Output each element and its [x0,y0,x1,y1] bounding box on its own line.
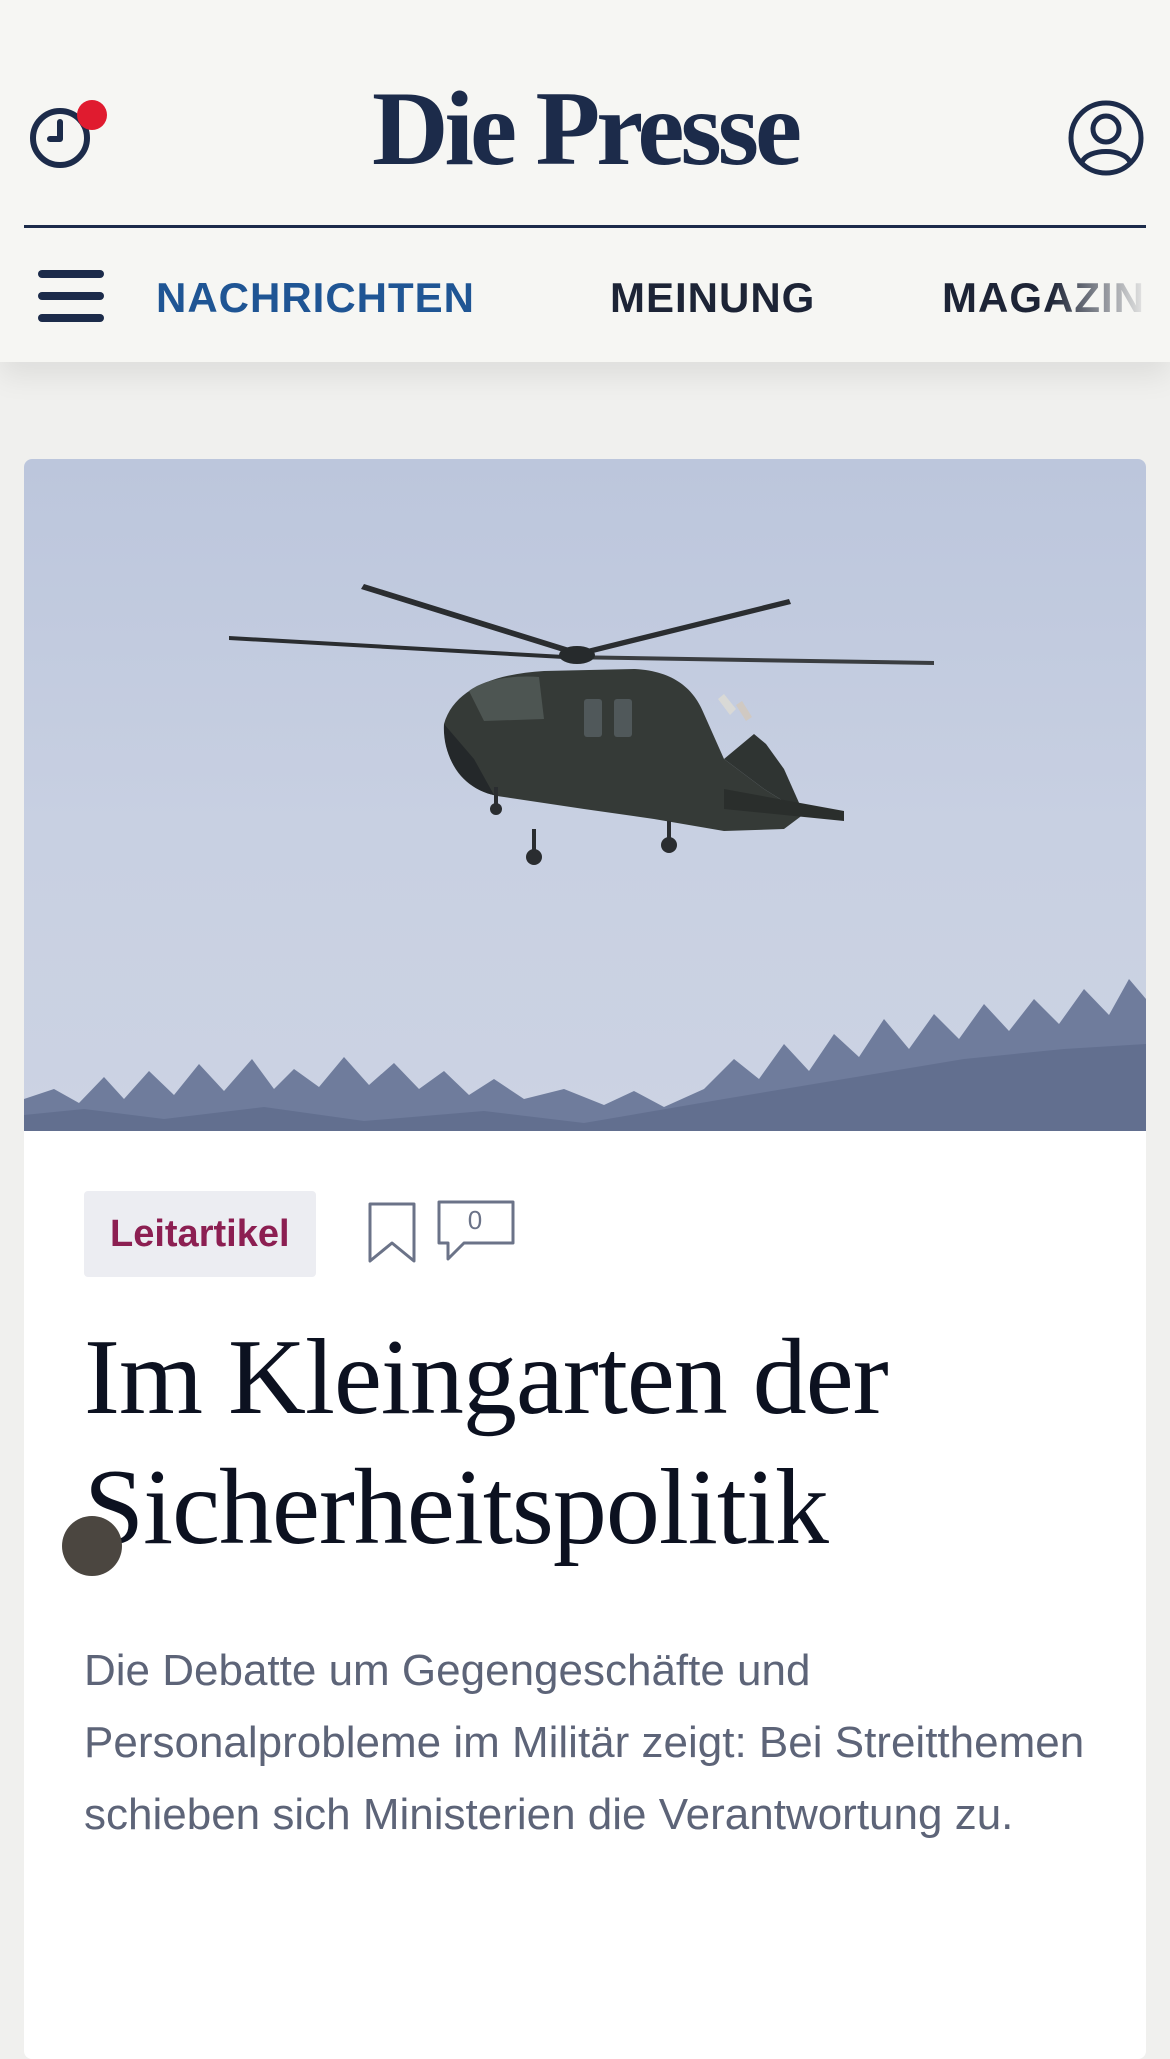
nav-item-magazin[interactable]: MAGAZIN [942,274,1145,322]
site-header: Die Presse NACHRICHTEN MEINUNG MAGAZIN [0,0,1170,362]
main-navigation: NACHRICHTEN MEINUNG MAGAZIN [0,228,1170,362]
category-badge[interactable]: Leitartikel [84,1191,316,1277]
article-meta-row: Leitartikel 0 [84,1191,1104,1277]
comments-button[interactable]: 0 [436,1199,516,1263]
comment-count: 0 [467,1205,483,1235]
author-avatar [62,1516,122,1576]
nav-item-meinung[interactable]: MEINUNG [610,274,815,322]
nav-item-nachrichten[interactable]: NACHRICHTEN [156,274,475,322]
headline-line-1: Im Kleingarten der [84,1318,889,1437]
article-card[interactable]: Leitartikel 0 Im Kleingarten der Sicherh… [24,459,1146,2059]
headline-line-2: Sicherheitspolitik [84,1448,829,1567]
article-hero-image[interactable] [24,459,1146,1131]
user-circle-icon [1068,100,1144,176]
bookmark-icon[interactable] [366,1201,418,1265]
article-headline[interactable]: Im Kleingarten der Sicherheitspolitik [84,1313,1104,1573]
header-top-bar: Die Presse [0,0,1170,226]
helicopter-photo [24,584,1146,1131]
account-button[interactable] [1066,98,1146,178]
article-lead: Die Debatte um Gegengeschäfte und Person… [84,1646,1085,1839]
hamburger-menu-icon[interactable] [38,270,104,326]
site-logo[interactable]: Die Presse [0,76,1170,182]
article-body: Leitartikel 0 Im Kleingarten der Sicherh… [84,1191,1104,1851]
